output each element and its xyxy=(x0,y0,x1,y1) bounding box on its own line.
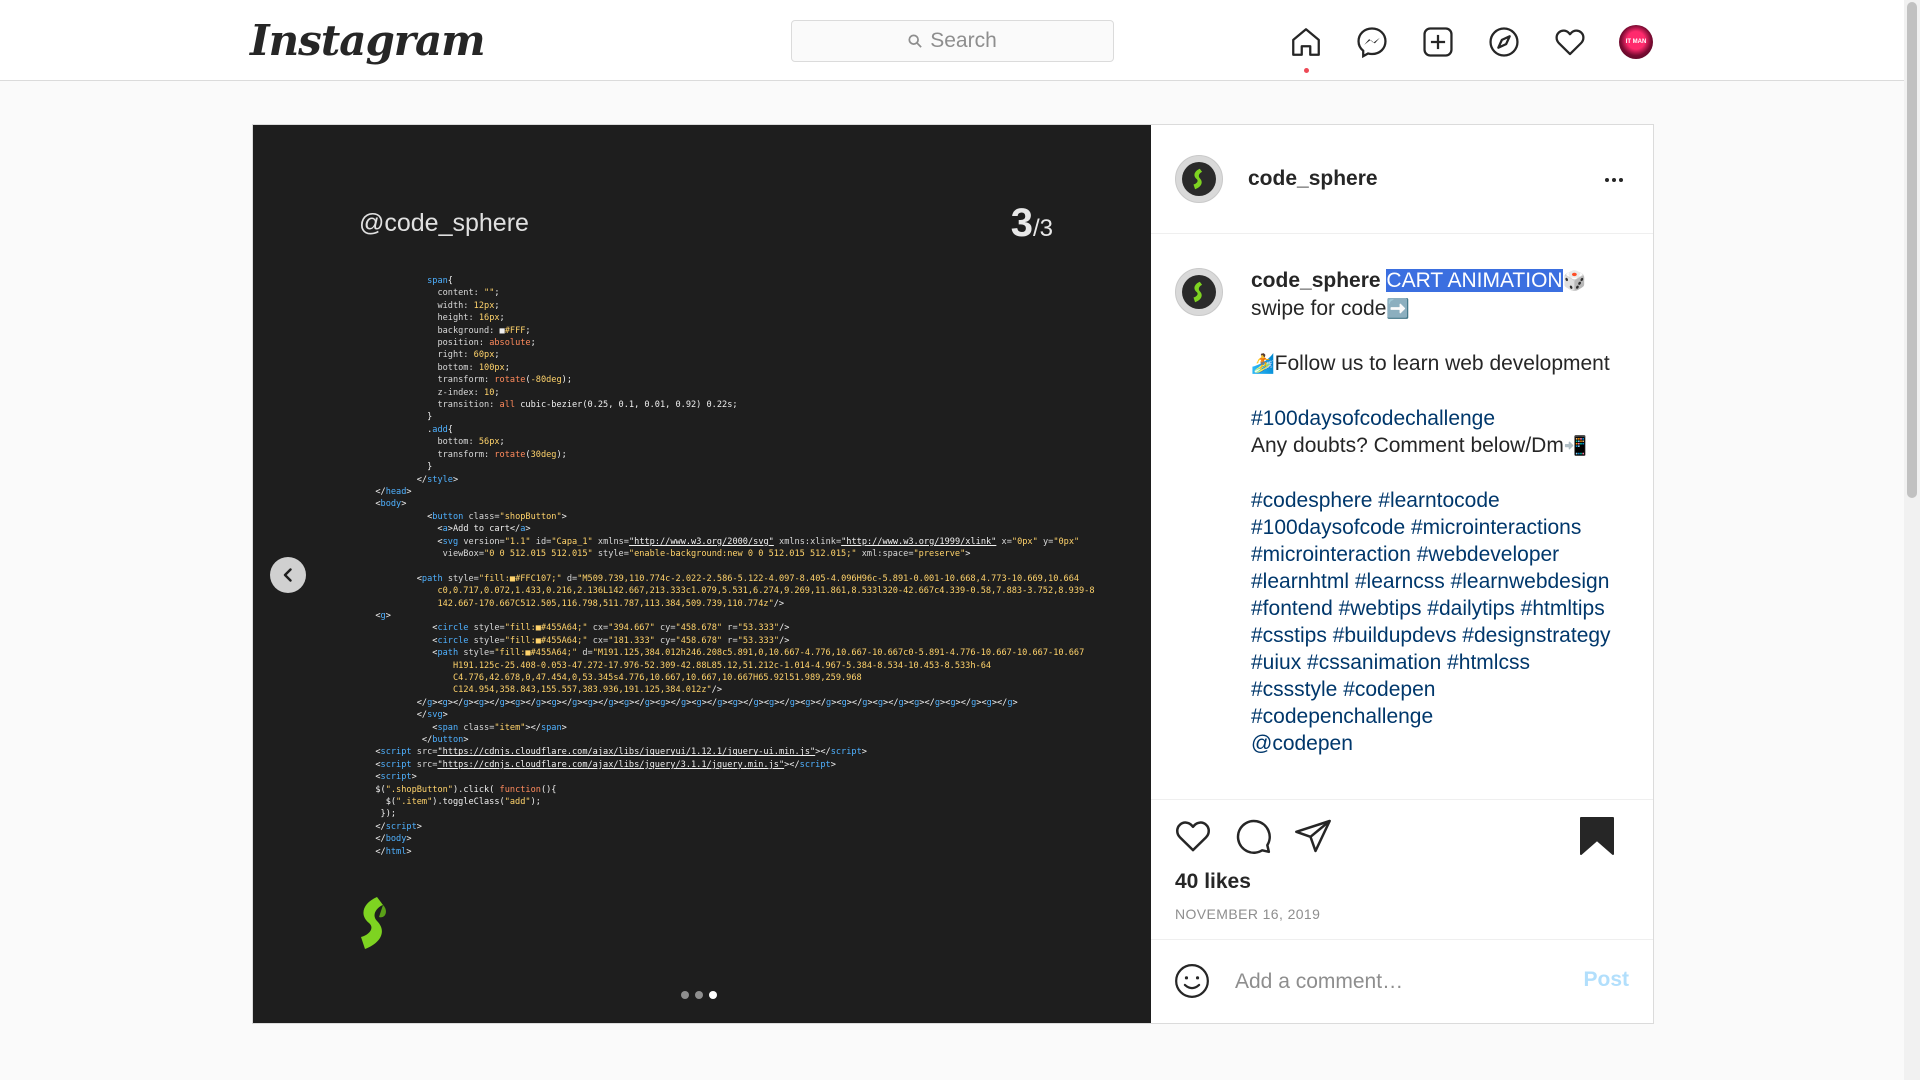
more-options-icon[interactable] xyxy=(1599,165,1629,195)
share-icon[interactable] xyxy=(1293,816,1333,856)
post-media-carousel[interactable]: @code_sphere 3/3 span{ content: ""; widt… xyxy=(253,125,1151,1023)
emoji-smiley-icon[interactable] xyxy=(1173,962,1211,1000)
page-scrollbar[interactable] xyxy=(1904,0,1920,1080)
activity-heart-icon[interactable] xyxy=(1552,24,1588,60)
caption-line-3: 🏄Follow us to learn web development xyxy=(1251,350,1631,378)
home-icon[interactable] xyxy=(1288,24,1324,73)
more-dot xyxy=(1605,178,1609,182)
arrow-right-emoji: ➡️ xyxy=(1386,298,1411,320)
top-navigation-bar: Instagram Search IT MAN xyxy=(0,0,1904,81)
instagram-logo[interactable]: Instagram xyxy=(250,16,486,65)
carousel-dot-active xyxy=(709,991,717,999)
post-date: NOVEMBER 16, 2019 xyxy=(1175,906,1321,922)
caption-gap xyxy=(1251,378,1631,405)
caption-doubts-text: Any doubts? Comment below/Dm xyxy=(1251,434,1564,457)
like-heart-icon[interactable] xyxy=(1173,816,1213,856)
more-dot xyxy=(1612,178,1616,182)
caption-gap xyxy=(1251,460,1631,487)
action-icons xyxy=(1173,816,1333,856)
more-dot xyxy=(1619,178,1623,182)
mention-link[interactable]: @codepen xyxy=(1251,730,1631,757)
comment-icon[interactable] xyxy=(1233,816,1273,856)
post-sidebar: code_sphere code_sphere CART ANIMATION🎲 … xyxy=(1151,125,1653,1023)
comment-input[interactable] xyxy=(1235,966,1565,998)
hashtag-line[interactable]: #codepenchallenge xyxy=(1251,703,1631,730)
carousel-indicator-dots xyxy=(681,991,717,999)
post-actions: 40 likes NOVEMBER 16, 2019 xyxy=(1151,799,1653,939)
new-post-icon[interactable] xyxy=(1420,24,1456,60)
carousel-dot xyxy=(695,991,703,999)
caption-swipe-text: swipe for code xyxy=(1251,297,1387,320)
hashtag-line[interactable]: #fontend #webtips #dailytips #htmltips xyxy=(1251,595,1631,622)
caption-scroll-area[interactable]: code_sphere CART ANIMATION🎲 swipe for co… xyxy=(1151,235,1653,799)
hashtag-line[interactable]: #csstips #buildupdevs #designstrategy xyxy=(1251,622,1631,649)
carousel-prev-button[interactable] xyxy=(270,557,306,593)
caption-username[interactable]: code_sphere xyxy=(1251,269,1381,292)
search-box[interactable]: Search xyxy=(791,20,1114,62)
caption-line-1: code_sphere CART ANIMATION🎲 xyxy=(1251,267,1631,295)
media-counter-current: 3 xyxy=(1010,201,1033,245)
hashtag-line[interactable]: #cssstyle #codepen xyxy=(1251,676,1631,703)
bookmark-icon[interactable] xyxy=(1579,816,1615,856)
nav-icons: IT MAN xyxy=(1288,22,1654,73)
scrollbar-thumb[interactable] xyxy=(1907,2,1917,498)
author-avatar-inner xyxy=(1182,162,1216,196)
hashtag-line[interactable]: #uiux #cssanimation #htmlcss xyxy=(1251,649,1631,676)
caption-highlighted-text: CART ANIMATION xyxy=(1386,269,1563,292)
explore-icon[interactable] xyxy=(1486,24,1522,60)
hashtag-line[interactable]: #codesphere #learntocode xyxy=(1251,487,1631,514)
caption-author-avatar[interactable] xyxy=(1175,268,1223,316)
carousel-dot xyxy=(681,991,689,999)
likes-count[interactable]: 40 likes xyxy=(1175,870,1251,894)
chevron-left-icon xyxy=(283,568,292,582)
dice-emoji: 🎲 xyxy=(1562,270,1587,292)
media-counter-total: /3 xyxy=(1032,215,1053,242)
post-card: @code_sphere 3/3 span{ content: ""; widt… xyxy=(252,124,1654,1024)
hashtag-line[interactable]: #100daysofcode #microinteractions xyxy=(1251,514,1631,541)
hashtag-link[interactable]: #100daysofcodechallenge xyxy=(1251,405,1631,432)
author-avatar[interactable] xyxy=(1175,155,1223,203)
phone-emoji: 📲 xyxy=(1563,435,1588,457)
media-slide-counter: 3/3 xyxy=(1011,201,1053,246)
post-comment-button[interactable]: Post xyxy=(1583,968,1629,992)
profile-avatar[interactable]: IT MAN xyxy=(1618,24,1654,60)
code-screenshot: span{ content: ""; width: 12px; height: … xyxy=(375,276,1095,857)
caption-line-2: swipe for code➡️ xyxy=(1251,295,1631,323)
profile-avatar-image: IT MAN xyxy=(1619,25,1653,59)
search-placeholder: Search xyxy=(930,29,997,52)
post-caption: code_sphere CART ANIMATION🎲 swipe for co… xyxy=(1251,267,1631,757)
notification-dot xyxy=(1304,68,1309,73)
code-sphere-avatar-logo xyxy=(1193,281,1203,303)
author-username[interactable]: code_sphere xyxy=(1248,167,1378,191)
caption-avatar-inner xyxy=(1182,275,1216,309)
search-icon xyxy=(908,34,922,48)
media-handle-text: @code_sphere xyxy=(359,209,529,237)
code-sphere-logo xyxy=(361,897,386,949)
surfer-emoji: 🏄 xyxy=(1251,353,1275,375)
hashtag-line[interactable]: #learnhtml #learncss #learnwebdesign xyxy=(1251,568,1631,595)
post-header: code_sphere xyxy=(1151,125,1653,234)
caption-line-5: Any doubts? Comment below/Dm📲 xyxy=(1251,432,1631,460)
caption-gap xyxy=(1251,323,1631,350)
add-comment-section: Post xyxy=(1151,939,1653,1023)
hashtag-line[interactable]: #microinteraction #webdeveloper xyxy=(1251,541,1631,568)
caption-follow-text: Follow us to learn web development xyxy=(1274,352,1610,375)
messenger-icon[interactable] xyxy=(1354,24,1390,60)
code-sphere-avatar-logo xyxy=(1193,168,1203,190)
